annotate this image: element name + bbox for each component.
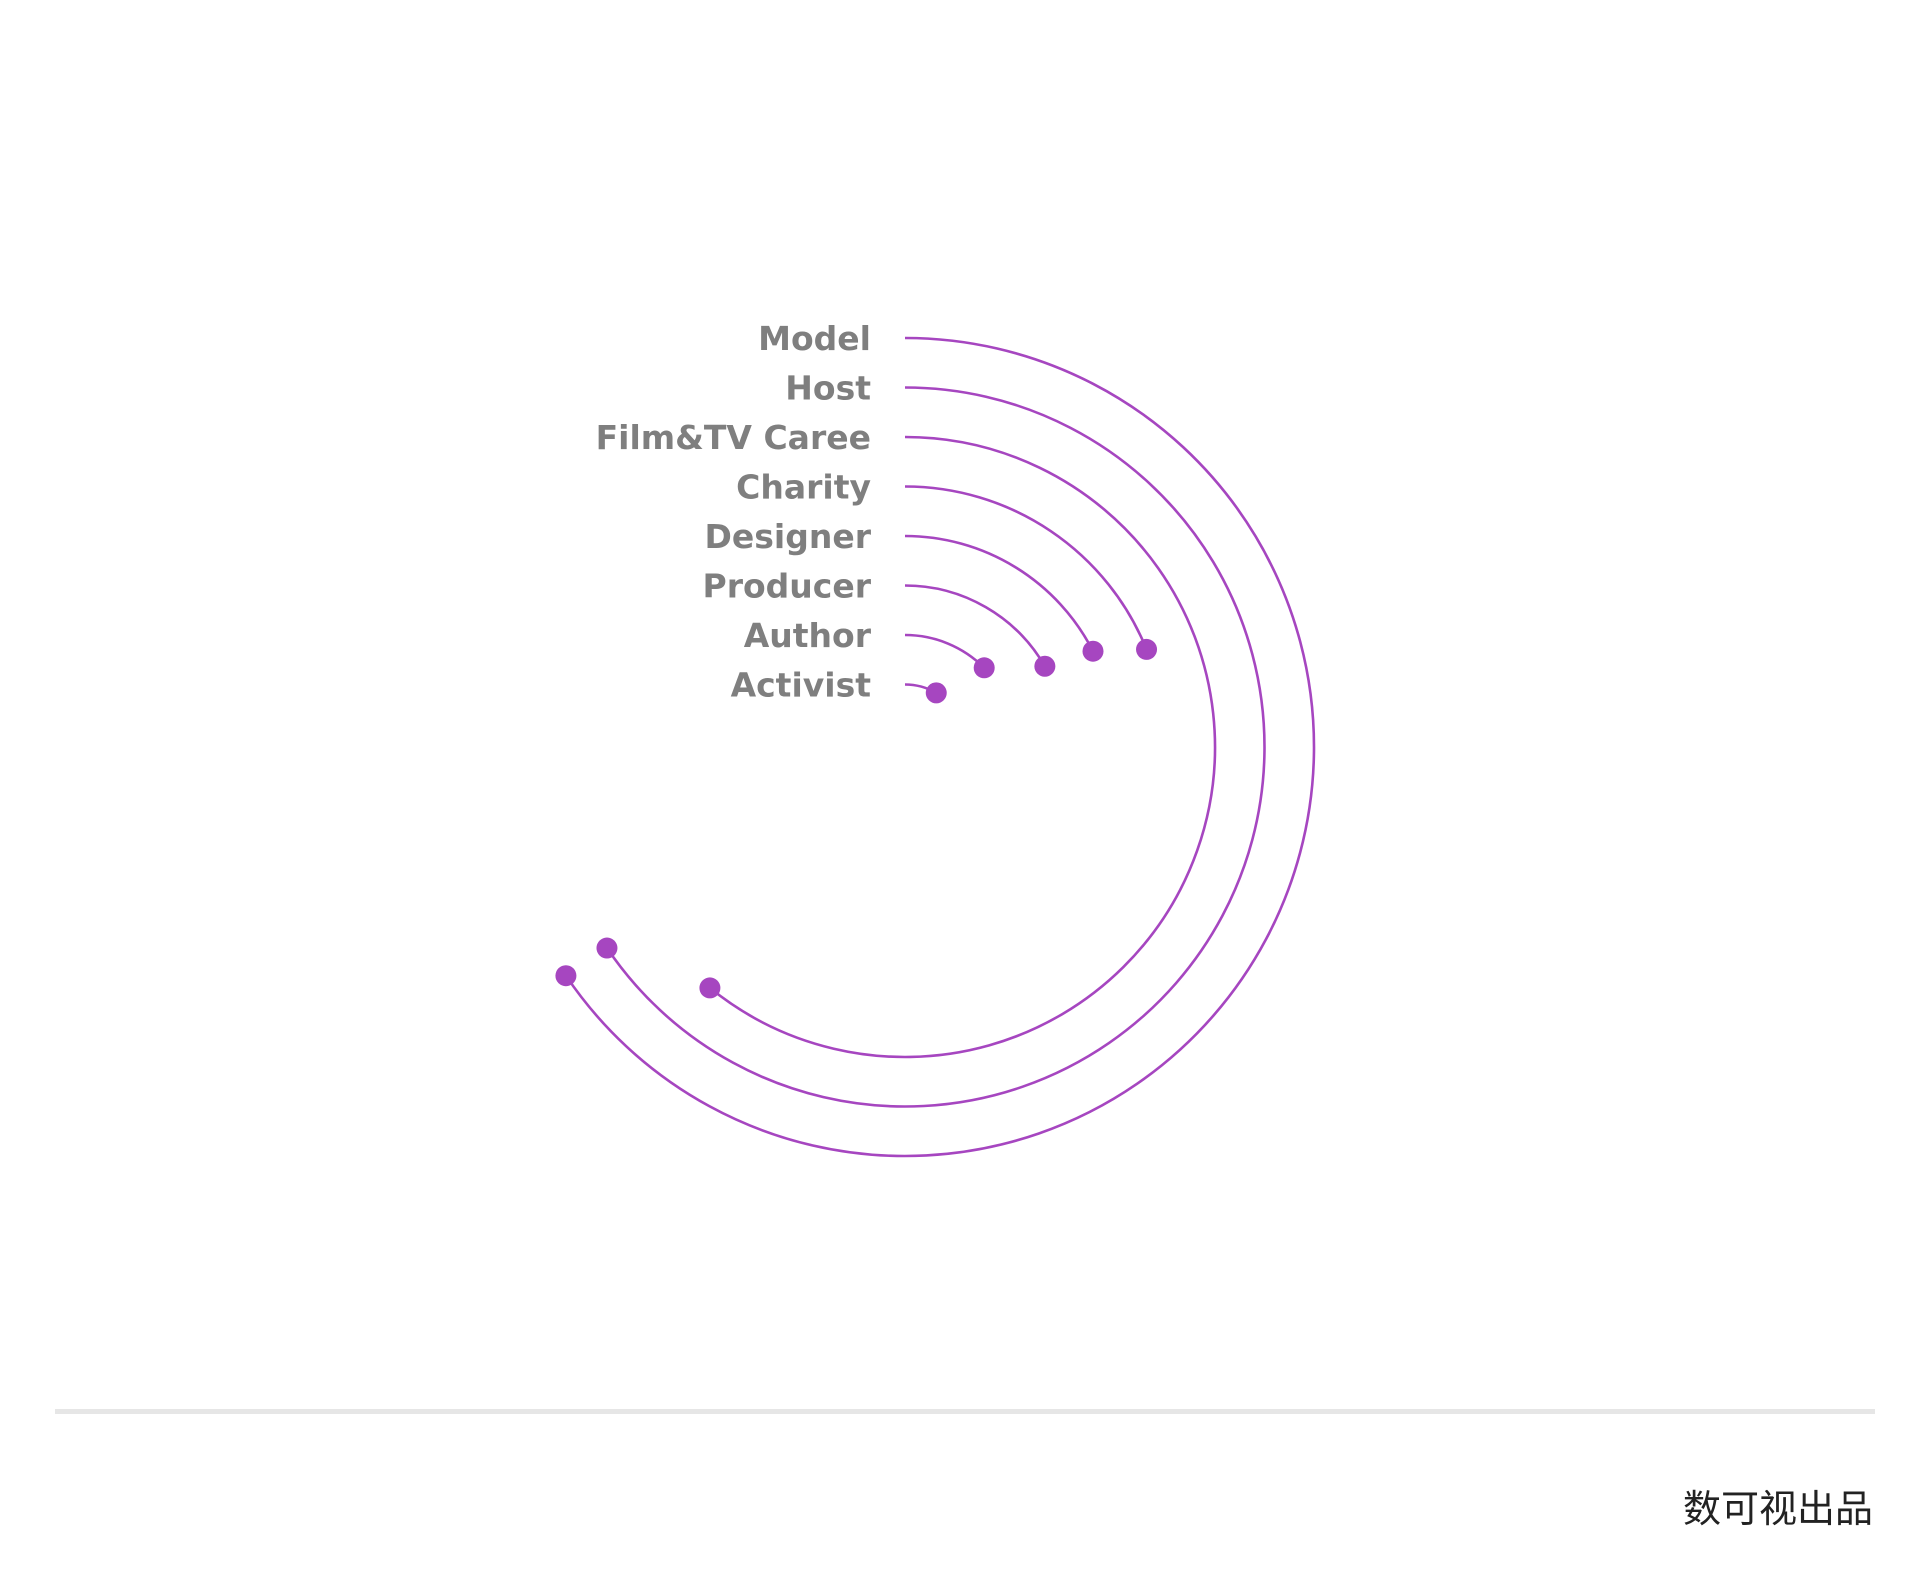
arc-model — [564, 336, 1316, 1158]
arc-charity — [904, 485, 1148, 650]
arc-author — [904, 633, 986, 669]
category-label-charity: Charity — [736, 468, 871, 507]
arc-end-dot-producer — [1034, 655, 1056, 677]
arc-end-dot-designer — [1082, 640, 1104, 662]
chart-arcs — [555, 336, 1316, 1158]
arc-end-dot-host — [596, 937, 618, 959]
arc-host — [605, 386, 1266, 1108]
arc-end-dot-author — [973, 657, 995, 679]
category-label-activist: Activist — [731, 666, 872, 705]
category-label-producer: Producer — [703, 567, 872, 606]
arc-end-dot-film-tv-caree — [699, 977, 721, 999]
arc-designer — [904, 534, 1095, 652]
category-label-host: Host — [785, 369, 871, 408]
category-label-model: Model — [758, 319, 871, 358]
arc-producer — [904, 584, 1046, 667]
category-label-designer: Designer — [705, 517, 872, 556]
arc-end-dot-model — [555, 965, 577, 987]
category-label-film-tv-caree: Film&TV Caree — [596, 418, 871, 457]
category-label-author: Author — [744, 616, 872, 655]
chart-category-labels: Model Host Film&TV Caree Charity Designer Pro… — [596, 319, 872, 705]
radial-bar-chart: Model Host Film&TV Caree Charity Designer Pro… — [555, 319, 1316, 1158]
arc-end-dot-charity — [1136, 638, 1158, 660]
footer-divider — [55, 1409, 1875, 1414]
footer-credit: 数可视出品 — [1682, 1487, 1873, 1531]
arc-end-dot-activist — [925, 682, 947, 704]
